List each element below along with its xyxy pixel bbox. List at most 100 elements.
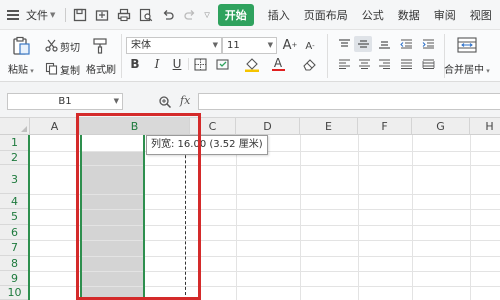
paste-button[interactable]: 粘贴 ▾ [8,61,34,76]
file-menu[interactable]: 文件 ▼ [26,7,59,23]
separator [121,34,122,78]
font-family-value: 宋体 [131,40,151,51]
align-center-icon[interactable] [356,58,372,70]
print-icon[interactable] [116,7,132,23]
tab-page-layout[interactable]: 页面布局 [304,7,348,23]
ribbon: 粘贴 ▾ 剪切 复制 格式刷 宋体 ▼ 11 ▼ A+ A- B I U A [0,30,500,82]
align-left-icon[interactable] [336,58,352,70]
chevron-down-icon: ▼ [212,41,218,49]
align-bottom-icon[interactable] [376,38,392,50]
font-family-select[interactable]: 宋体 ▼ [126,37,222,54]
undo-icon[interactable] [160,7,176,23]
print-preview-icon[interactable] [138,7,154,23]
customize-toolbar-icon[interactable]: ▽ [204,11,209,19]
merge-center-icon[interactable] [456,36,478,54]
underline-button[interactable]: U [170,56,184,72]
spreadsheet-grid: A B C D E F G H 1 2 3 4 5 6 7 8 9 10 列宽:… [0,118,500,300]
row-header-selection-indicator [28,135,30,300]
grid-column-line [470,135,471,300]
distributed-align-icon[interactable] [420,58,436,70]
formula-bar: B1 ▼ fx [0,82,500,118]
column-header-g[interactable]: G [412,118,470,135]
tab-view[interactable]: 视图 [470,7,492,23]
paste-icon[interactable] [10,35,32,57]
format-painter-icon[interactable] [90,36,110,56]
column-header-f[interactable]: F [358,118,412,135]
copy-button[interactable]: 复制 [60,62,80,77]
main-menu-icon[interactable] [0,0,26,30]
indent-decrease-icon[interactable] [398,38,414,50]
row-header-4[interactable]: 4 [0,194,30,209]
row-header-5[interactable]: 5 [0,209,30,225]
grid-column-line [300,135,301,300]
row-header-3[interactable]: 3 [0,165,30,194]
font-color-button[interactable]: A [270,55,286,72]
row-header-7[interactable]: 7 [0,240,30,256]
row-header-10[interactable]: 10 [0,286,30,300]
separator [65,7,67,22]
row-header-6[interactable]: 6 [0,225,30,240]
column-header-d[interactable]: D [236,118,300,135]
export-icon[interactable] [94,7,110,23]
eraser-icon[interactable] [300,56,318,72]
column-header-a[interactable]: A [30,118,80,135]
grid-column-line [358,135,359,300]
font-size-select[interactable]: 11 ▼ [222,37,277,54]
name-box[interactable]: B1 ▼ [7,93,123,110]
tab-insert[interactable]: 插入 [268,7,290,23]
cut-button[interactable]: 剪切 [60,39,80,54]
merge-center-label: 合并居中 [444,65,484,76]
indent-increase-icon[interactable] [420,38,436,50]
fill-color-icon[interactable] [243,56,261,72]
font-color-label: A [273,55,283,70]
row-header-1[interactable]: 1 [0,135,30,151]
tab-review[interactable]: 审阅 [434,7,456,23]
select-all-corner[interactable] [0,118,30,135]
formula-input[interactable] [198,93,500,110]
shrink-font-button[interactable]: A- [302,38,318,54]
font-color-swatch [271,68,285,71]
merge-center-button[interactable]: 合并居中 ▾ [444,61,490,76]
justify-icon[interactable] [398,58,414,70]
grid-column-line [412,135,413,300]
align-middle-icon[interactable] [354,36,372,52]
tab-start[interactable]: 开始 [217,3,254,26]
name-box-value: B1 [58,96,72,107]
format-painter-label[interactable]: 格式刷 [86,61,116,76]
italic-label: I [154,57,160,71]
chevron-down-icon: ▼ [267,41,273,49]
italic-button[interactable]: I [150,56,164,72]
bold-label: B [130,57,140,71]
align-right-icon[interactable] [376,58,392,70]
redo-icon[interactable] [182,7,198,23]
zoom-search-icon[interactable] [158,95,172,112]
scissors-icon [44,38,58,52]
grow-font-button[interactable]: A + [282,36,298,54]
column-header-e[interactable]: E [300,118,358,135]
separator [327,34,328,78]
tab-data[interactable]: 数据 [398,7,420,23]
row-header-8[interactable]: 8 [0,256,30,271]
copy-icon [44,61,58,75]
borders-icon[interactable] [192,56,208,72]
paste-label: 粘贴 [8,65,28,76]
shrink-font-label: A [305,40,313,52]
menu-bar: 文件 ▼ ▽ 开始 插入 页面布局 公式 数据 审阅 视图 [0,0,500,30]
cell-style-icon[interactable] [215,56,233,72]
chevron-down-icon: ▼ [113,97,119,105]
align-top-icon[interactable] [336,38,352,50]
grid-column-line [236,135,237,300]
insert-function-button[interactable]: fx [180,94,190,107]
underline-label: U [172,57,182,71]
row-header-2[interactable]: 2 [0,151,30,165]
file-menu-label: 文件 [26,8,48,22]
grow-font-label: A [282,37,292,53]
column-header-h[interactable]: H [470,118,500,135]
tab-formulas[interactable]: 公式 [362,7,384,23]
chevron-down-icon: ▼ [50,10,56,19]
save-icon[interactable] [72,7,88,23]
bold-button[interactable]: B [128,56,142,72]
separator [188,58,189,70]
row-header-9[interactable]: 9 [0,271,30,286]
highlight-box [76,113,201,300]
